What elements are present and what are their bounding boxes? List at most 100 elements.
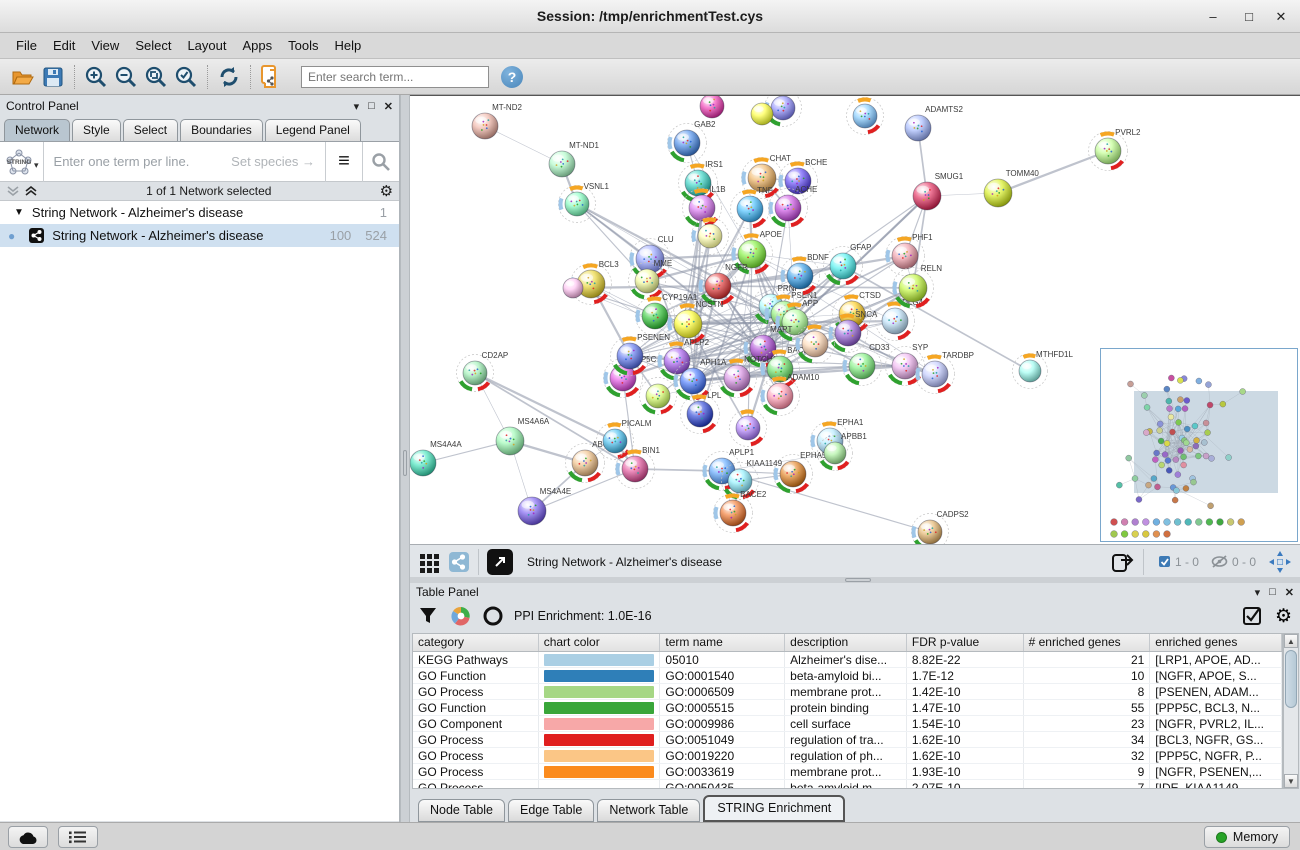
navigator-canvas[interactable]	[1101, 349, 1297, 541]
zoom-fit-button[interactable]	[141, 63, 171, 91]
node-MS4A4A[interactable]: MS4A4A	[410, 440, 462, 476]
menu-select[interactable]: Select	[127, 35, 179, 56]
tab-legend-panel[interactable]: Legend Panel	[265, 119, 361, 141]
table-row[interactable]: GO FunctionGO:0005515protein binding1.47…	[413, 700, 1282, 716]
node[interactable]	[751, 103, 773, 125]
panel-float-icon[interactable]: ▾	[1255, 586, 1261, 599]
node[interactable]	[847, 98, 884, 135]
column-header-1[interactable]: chart color	[539, 634, 661, 651]
node[interactable]	[640, 378, 677, 415]
string-search-button[interactable]	[363, 142, 399, 182]
tab-boundaries[interactable]: Boundaries	[180, 119, 263, 141]
table-row[interactable]: GO FunctionGO:0001540beta-amyloid bi...1…	[413, 668, 1282, 684]
splitter-grip[interactable]	[403, 450, 407, 476]
string-source-caret-icon[interactable]: ▾	[34, 160, 39, 171]
memory-button[interactable]: Memory	[1204, 826, 1290, 848]
column-header-5[interactable]: # enriched genes	[1024, 634, 1151, 651]
zoom-selected-button[interactable]	[171, 63, 201, 91]
column-header-2[interactable]: term name	[660, 634, 785, 651]
filter-funnel-icon[interactable]	[418, 606, 438, 626]
menu-layout[interactable]: Layout	[179, 35, 234, 56]
maximize-button[interactable]: □	[1234, 8, 1264, 26]
node[interactable]	[700, 96, 724, 118]
network-row-selected[interactable]: ● String Network - Alzheimer's disease 1…	[0, 224, 399, 247]
node-MT-ND2[interactable]: MT-ND2	[472, 103, 522, 139]
string-logo-icon[interactable]: STRING	[4, 147, 34, 177]
node-EPHA5[interactable]: EPHA5	[774, 451, 827, 494]
birds-eye-view[interactable]	[1100, 348, 1298, 542]
set-species-label[interactable]: Set species →	[231, 154, 315, 169]
panel-undock-icon[interactable]: □	[1269, 586, 1276, 598]
collapse-all-icon[interactable]	[6, 185, 20, 197]
scroll-down-arrow[interactable]: ▼	[1284, 774, 1298, 788]
menu-edit[interactable]: Edit	[45, 35, 83, 56]
zoom-out-button[interactable]	[111, 63, 141, 91]
table-row[interactable]: GO ProcessGO:0006509membrane prot...1.42…	[413, 684, 1282, 700]
node-ADAM10[interactable]: ADAM10	[761, 373, 820, 416]
node-MTHFD1L[interactable]: MTHFD1L	[1013, 350, 1074, 389]
node-SYP[interactable]: SYP	[886, 343, 929, 386]
vertical-splitter[interactable]	[400, 95, 410, 822]
tab-node-table[interactable]: Node Table	[418, 799, 505, 822]
node-BCHE[interactable]: BCHE	[779, 158, 828, 201]
expand-all-icon[interactable]	[24, 185, 38, 197]
node-PVRL2[interactable]: PVRL2	[1089, 128, 1142, 171]
donut-chart-icon[interactable]	[450, 605, 472, 627]
refresh-button[interactable]	[214, 63, 244, 91]
tree-expand-icon[interactable]: ▼	[14, 207, 24, 218]
menu-tools[interactable]: Tools	[280, 35, 326, 56]
scroll-up-arrow[interactable]: ▲	[1284, 634, 1298, 648]
panel-close-icon[interactable]: ✕	[1285, 586, 1294, 599]
string-query-placeholder[interactable]: Enter one term per line.	[44, 154, 232, 169]
network-options-gear-icon[interactable]: ⚙	[380, 182, 393, 200]
node[interactable]	[563, 278, 583, 298]
clone-network-button[interactable]	[257, 63, 287, 91]
node-BACE2[interactable]: BACE2	[714, 490, 767, 533]
tab-network-table[interactable]: Network Table	[597, 799, 700, 822]
table-row[interactable]: GO ProcessGO:0050435beta-amyloid m...2.0…	[413, 780, 1282, 789]
pan-compass-icon[interactable]	[1268, 550, 1292, 574]
panel-float-icon[interactable]: ▾	[354, 100, 360, 113]
table-settings-gear-icon[interactable]: ⚙	[1275, 605, 1292, 628]
string-options-button[interactable]: ≡	[326, 142, 362, 182]
menu-apps[interactable]: Apps	[235, 35, 281, 56]
panel-undock-icon[interactable]: □	[368, 100, 375, 112]
tab-edge-table[interactable]: Edge Table	[508, 799, 594, 822]
select-columns-icon[interactable]	[1242, 606, 1263, 627]
tab-network[interactable]: Network	[4, 119, 70, 141]
minimize-button[interactable]: –	[1198, 8, 1228, 26]
node-ADAMTS2[interactable]: ADAMTS2	[905, 105, 963, 141]
table-row[interactable]: GO ComponentGO:0009986cell surface1.54E-…	[413, 716, 1282, 732]
scrollbar-thumb[interactable]	[1285, 650, 1297, 708]
table-row[interactable]: GO ProcessGO:0019220regulation of ph...1…	[413, 748, 1282, 764]
ring-chart-icon[interactable]	[482, 605, 504, 627]
open-in-string-button[interactable]	[487, 549, 513, 575]
zoom-in-button[interactable]	[81, 63, 111, 91]
node-GAB2[interactable]: GAB2	[668, 120, 717, 163]
help-button[interactable]: ?	[501, 66, 523, 88]
column-header-0[interactable]: category	[413, 634, 539, 651]
grid-mode-icon[interactable]	[418, 551, 440, 573]
tab-style[interactable]: Style	[72, 119, 121, 141]
menu-file[interactable]: File	[8, 35, 45, 56]
open-session-button[interactable]	[8, 63, 38, 91]
node-PSENEN[interactable]: PSENEN	[611, 333, 671, 376]
column-header-4[interactable]: FDR p-value	[907, 634, 1024, 651]
network-collection-row[interactable]: ▼ String Network - Alzheimer's disease 1	[0, 201, 399, 224]
menu-help[interactable]: Help	[327, 35, 370, 56]
task-history-button[interactable]	[58, 826, 98, 848]
node-TARDBP[interactable]: TARDBP	[916, 351, 975, 394]
table-row[interactable]: GO ProcessGO:0033619membrane prot...1.93…	[413, 764, 1282, 780]
close-button[interactable]: ✕	[1266, 8, 1296, 26]
tab-select[interactable]: Select	[123, 119, 178, 141]
automation-cloud-button[interactable]	[8, 826, 48, 848]
node-SMUG1[interactable]: SMUG1	[913, 172, 964, 210]
table-row[interactable]: KEGG Pathways05010Alzheimer's dise...8.8…	[413, 652, 1282, 668]
node-CD33[interactable]: CD33	[843, 343, 891, 386]
search-input[interactable]	[301, 66, 489, 88]
node-TNF[interactable]: TNF	[731, 186, 773, 229]
node-CADPS2[interactable]: CADPS2	[912, 510, 970, 544]
tab-string-enrichment[interactable]: STRING Enrichment	[703, 795, 845, 822]
menu-view[interactable]: View	[83, 35, 127, 56]
column-header-3[interactable]: description	[785, 634, 907, 651]
